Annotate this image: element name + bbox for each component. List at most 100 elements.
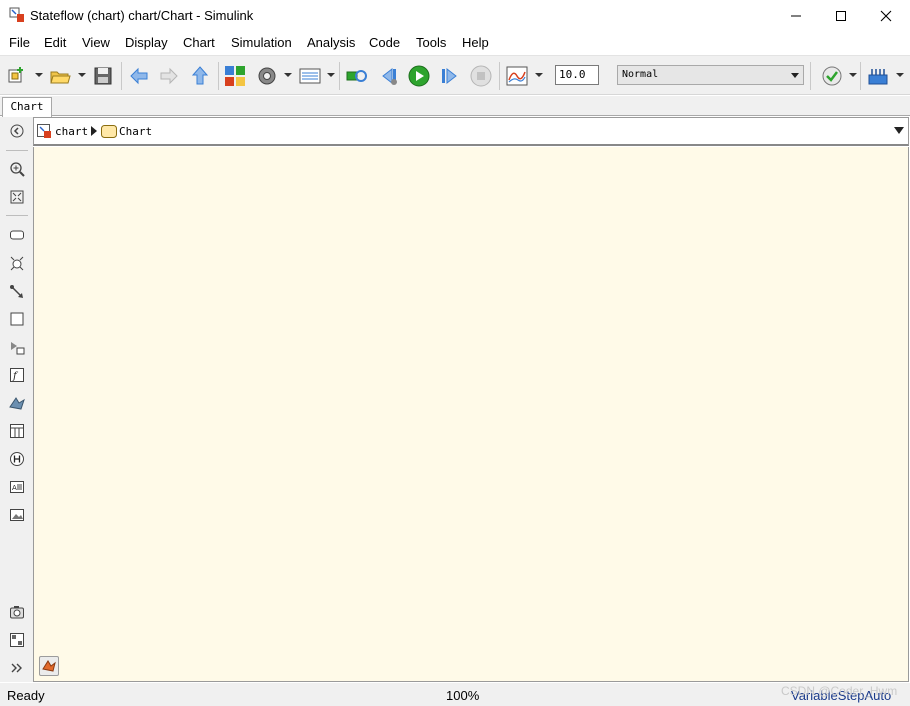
state-tool[interactable] — [8, 226, 26, 244]
transition-junction-tool[interactable] — [8, 254, 26, 272]
status-bar: Ready 100% VariableStepAuto — [0, 683, 910, 706]
truth-table-tool[interactable] — [8, 422, 26, 440]
model-explorer-button[interactable] — [299, 65, 321, 87]
status-state: Ready — [7, 688, 45, 703]
data-inspector-button[interactable] — [506, 65, 528, 87]
breadcrumb-current[interactable]: Chart — [119, 125, 152, 138]
close-icon — [880, 10, 892, 21]
back-button[interactable] — [128, 65, 150, 87]
status-zoom: 100% — [446, 688, 480, 703]
menu-file[interactable]: File — [9, 35, 30, 50]
step-forward-icon — [442, 67, 457, 85]
new-model-icon — [8, 67, 23, 83]
menu-code[interactable]: Code — [369, 35, 400, 50]
maximize-button[interactable] — [818, 0, 864, 31]
chevron-down-icon[interactable] — [894, 127, 904, 135]
menu-help[interactable]: Help — [462, 35, 489, 50]
breadcrumb: chart Chart — [33, 117, 909, 146]
simulink-function-tool[interactable] — [8, 338, 26, 356]
save-button[interactable] — [92, 65, 114, 87]
default-transition-tool[interactable] — [8, 283, 26, 301]
menu-simulation[interactable]: Simulation — [231, 35, 292, 50]
model-config-button[interactable] — [256, 65, 278, 87]
menu-bar: File Edit View Display Chart Simulation … — [0, 31, 910, 54]
matlab-function-icon — [9, 397, 25, 410]
close-button[interactable] — [863, 0, 909, 31]
step-back-icon — [382, 67, 397, 85]
run-button[interactable] — [408, 65, 430, 87]
step-forward-button[interactable] — [438, 65, 460, 87]
menu-display[interactable]: Display — [125, 35, 168, 50]
title-bar: Stateflow (chart) chart/Chart - Simulink — [0, 0, 910, 31]
state-tool-icon — [10, 230, 24, 240]
library-browser-icon — [225, 66, 245, 86]
hide-show-explorer-button[interactable] — [8, 122, 26, 140]
transition-junction-icon — [10, 256, 24, 271]
minimize-icon — [791, 15, 801, 16]
model-config-gear-icon — [258, 67, 276, 85]
default-transition-icon — [10, 285, 23, 298]
step-back-button[interactable] — [378, 65, 400, 87]
graphical-function-tool[interactable]: f — [8, 366, 26, 384]
menu-view[interactable]: View — [82, 35, 110, 50]
forward-arrow-icon — [160, 67, 178, 85]
maximize-icon — [836, 10, 846, 21]
chevron-down-icon — [791, 73, 799, 78]
box-tool-icon — [10, 312, 24, 326]
simulink-function-icon — [11, 342, 25, 355]
history-junction-tool[interactable] — [8, 450, 26, 468]
up-button[interactable] — [189, 65, 211, 87]
open-folder-icon — [50, 71, 71, 84]
update-diagram-icon — [346, 70, 367, 82]
snapshot-icon — [10, 606, 24, 619]
viewmarks-button[interactable] — [8, 631, 26, 649]
window-title: Stateflow (chart) chart/Chart - Simulink — [30, 8, 254, 23]
explorer-bar-button[interactable] — [39, 656, 59, 676]
forward-button[interactable] — [158, 65, 180, 87]
model-advisor-button[interactable] — [821, 65, 843, 87]
build-button[interactable] — [867, 65, 889, 87]
box-tool[interactable] — [8, 310, 26, 328]
snapshot-button[interactable] — [8, 603, 26, 621]
update-diagram-button[interactable] — [346, 65, 368, 87]
svg-text:A: A — [12, 484, 17, 492]
open-button[interactable] — [49, 65, 71, 87]
data-inspector-icon — [506, 66, 528, 86]
stop-time-input[interactable]: 10.0 — [555, 65, 599, 85]
stateflow-app-icon — [9, 7, 24, 22]
tab-strip: Chart — [0, 96, 910, 117]
expand-palette-button[interactable] — [8, 659, 26, 677]
menu-edit[interactable]: Edit — [44, 35, 66, 50]
history-junction-icon — [10, 452, 24, 466]
image-icon — [10, 509, 24, 521]
up-arrow-icon — [191, 66, 209, 85]
image-tool[interactable] — [8, 506, 26, 524]
breadcrumb-root[interactable]: chart — [55, 125, 88, 138]
zoom-in-button[interactable] — [8, 160, 26, 178]
annotation-icon: A — [10, 481, 24, 493]
library-browser-button[interactable] — [224, 65, 246, 87]
stop-icon — [470, 65, 492, 87]
annotation-tool[interactable]: A — [8, 478, 26, 496]
model-icon — [37, 124, 51, 138]
new-model-button[interactable] — [6, 65, 28, 87]
tab-chart[interactable]: Chart — [2, 97, 52, 117]
back-arrow-icon — [130, 67, 148, 85]
fit-view-button[interactable] — [8, 188, 26, 206]
stop-button[interactable] — [470, 65, 492, 87]
minimize-button[interactable] — [773, 0, 819, 31]
matlab-function-tool[interactable] — [8, 394, 26, 412]
fit-view-icon — [10, 190, 24, 204]
menu-chart[interactable]: Chart — [183, 35, 215, 50]
menu-tools[interactable]: Tools — [416, 35, 446, 50]
build-icon — [868, 69, 888, 85]
breadcrumb-separator-icon — [91, 126, 97, 136]
run-icon — [408, 65, 430, 87]
object-palette: f A — [0, 117, 33, 682]
simulation-mode-select[interactable]: Normal — [617, 65, 804, 85]
expand-palette-icon — [11, 663, 22, 673]
hide-show-explorer-icon — [10, 124, 24, 138]
matlab-logo-icon — [42, 660, 56, 672]
chart-canvas[interactable] — [33, 147, 909, 682]
menu-analysis[interactable]: Analysis — [307, 35, 355, 50]
